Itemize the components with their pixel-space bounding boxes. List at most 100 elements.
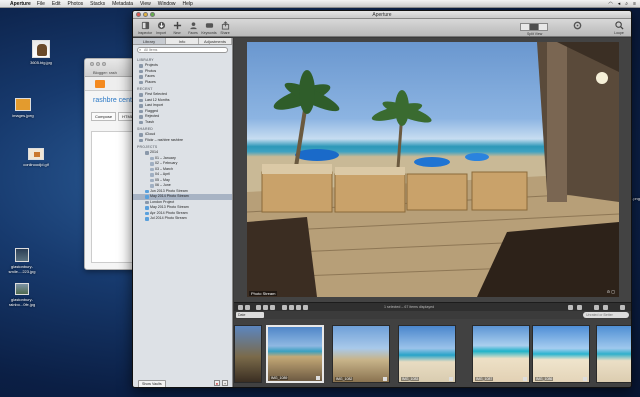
rotate-right-icon[interactable] bbox=[245, 305, 250, 310]
spotlight-icon[interactable]: ⌕ bbox=[625, 1, 628, 7]
inspector-label: Inspector bbox=[137, 31, 153, 35]
library-list: LIBRARY Projects Photos Faces Places REC… bbox=[133, 55, 232, 222]
photo-badge-icon: ⊙ ▢ bbox=[606, 289, 615, 294]
menu-app-name[interactable]: Aperture bbox=[10, 1, 31, 7]
record-icon[interactable]: ● bbox=[214, 380, 220, 386]
filmstrip-thumb-selected[interactable]: IMG_1089 bbox=[266, 325, 324, 383]
desktop-file-3605[interactable]: 3605.big.jpg bbox=[23, 40, 59, 65]
filmstrip-thumb[interactable] bbox=[234, 325, 262, 383]
desktop-file-label: conlinoodjd.gif bbox=[23, 162, 49, 167]
minimize-icon[interactable] bbox=[96, 62, 100, 66]
close-icon[interactable] bbox=[136, 12, 141, 17]
inspector-icon bbox=[141, 21, 149, 30]
menu-window[interactable]: Window bbox=[158, 1, 176, 7]
desktop-file-glastonbury-smile[interactable]: glastonbury-smile....223.jpg bbox=[4, 248, 40, 274]
add-icon[interactable]: + bbox=[222, 380, 228, 386]
faces-button[interactable]: Faces bbox=[185, 21, 201, 35]
import-icon bbox=[157, 21, 165, 30]
sort-select[interactable]: Date bbox=[236, 312, 264, 318]
beach-photo-illustration bbox=[247, 42, 619, 297]
desktop-file-gif[interactable]: conlinoodjd.gif bbox=[18, 148, 54, 167]
desktop-file-glastonbury-rainbow[interactable]: glastonbury-rainbo...0fe.jpg bbox=[4, 283, 40, 307]
list-view-icon[interactable] bbox=[577, 305, 582, 310]
eye-icon[interactable] bbox=[296, 305, 301, 310]
lift-icon[interactable] bbox=[263, 305, 268, 310]
loupe-button[interactable]: Loupe bbox=[611, 21, 627, 35]
share-button[interactable]: Share bbox=[217, 21, 233, 35]
volume-icon[interactable]: ◂ bbox=[618, 1, 621, 7]
desktop-file-label: 3605.big.jpg bbox=[30, 60, 52, 65]
crop-icon[interactable] bbox=[282, 305, 287, 310]
import-button[interactable]: Import bbox=[153, 21, 169, 35]
menu-file[interactable]: File bbox=[37, 1, 45, 7]
sidebar-footer-icons: ● + bbox=[214, 380, 228, 386]
menu-extras: ◠ ◂ ⌕ ≡ bbox=[608, 0, 636, 8]
menu-view[interactable]: View bbox=[140, 1, 151, 7]
menu-metadata[interactable]: Metadata bbox=[112, 1, 133, 7]
filmstrip-thumb[interactable]: IMG_1082 bbox=[332, 325, 390, 383]
brush-icon[interactable] bbox=[303, 305, 308, 310]
blogger-header bbox=[85, 77, 135, 91]
desktop-file-label: glastonbury-rainbo...0fe.jpg bbox=[8, 297, 36, 307]
filter-search-input[interactable]: Unrated or Better bbox=[583, 312, 629, 318]
wifi-icon[interactable]: ◠ bbox=[608, 1, 612, 7]
window-title: Aperture bbox=[372, 12, 392, 18]
tab-compose[interactable]: Compose bbox=[91, 112, 117, 121]
fullscreen-icon[interactable] bbox=[603, 305, 608, 310]
browser-window[interactable]: Blogger: rash rashbre centra Compose HTM… bbox=[84, 58, 136, 270]
gear-icon bbox=[573, 21, 581, 30]
inspector-button[interactable]: Inspector bbox=[137, 21, 153, 35]
tab-info[interactable]: Info bbox=[166, 38, 199, 44]
sidebar-item-project[interactable]: Jul 2014 Photo Stream bbox=[133, 216, 232, 222]
stamp-icon[interactable] bbox=[270, 305, 275, 310]
menu-help[interactable]: Help bbox=[183, 1, 193, 7]
thumb-badge-icon bbox=[583, 377, 587, 381]
close-icon[interactable] bbox=[620, 305, 625, 310]
menu-edit[interactable]: Edit bbox=[52, 1, 61, 7]
minimize-icon[interactable] bbox=[143, 12, 148, 17]
filmstrip-thumb[interactable] bbox=[596, 325, 631, 383]
image-file-icon bbox=[32, 40, 50, 58]
main-photo[interactable]: Photo Stream ⊙ ▢ bbox=[247, 42, 619, 297]
editor-tabs: Compose HTML bbox=[85, 104, 135, 121]
thumb-name: IMG_1087 bbox=[475, 377, 494, 381]
faces-label: Faces bbox=[188, 31, 198, 35]
blog-title: rashbre centra bbox=[93, 97, 136, 104]
desktop-file-images[interactable]: images.jpeg bbox=[5, 98, 41, 118]
post-editor[interactable] bbox=[91, 131, 135, 263]
tab-adjustments[interactable]: Adjustments bbox=[199, 38, 232, 44]
viewer-view-button[interactable] bbox=[538, 23, 548, 31]
main-toolbar: Inspector Import New Faces Keywords Shar… bbox=[133, 19, 631, 37]
keywords-button[interactable]: Keywords bbox=[201, 21, 217, 35]
sidebar-item-trash[interactable]: Trash bbox=[133, 120, 232, 126]
sidebar-item-places[interactable]: Places bbox=[133, 80, 232, 86]
grid-view-icon[interactable] bbox=[568, 305, 573, 310]
filmstrip-thumb[interactable]: IMG_1083 bbox=[398, 325, 456, 383]
desktop-file-label: images.jpeg bbox=[12, 113, 34, 118]
keywords-icon bbox=[205, 23, 213, 28]
notification-icon[interactable]: ≡ bbox=[633, 1, 636, 7]
menu-photos[interactable]: Photos bbox=[68, 1, 84, 7]
filmstrip-thumb[interactable]: IMG_1086 bbox=[532, 325, 590, 383]
blogger-logo-icon[interactable] bbox=[95, 80, 105, 88]
theme-button[interactable] bbox=[569, 21, 585, 30]
zoom-icon[interactable] bbox=[102, 62, 106, 66]
close-icon[interactable] bbox=[90, 62, 94, 66]
filmstrip: IMG_1089 IMG_1082 IMG_1083 IMG_1087 IMG_… bbox=[234, 319, 631, 387]
browser-tab-title[interactable]: Blogger: rash bbox=[93, 70, 117, 75]
sidebar-item-flickr[interactable]: Flickr – rashbre rashbre bbox=[133, 138, 232, 144]
filmstrip-icon[interactable] bbox=[594, 305, 599, 310]
show-vaults-button[interactable]: Show Vaults bbox=[138, 380, 166, 387]
filmstrip-thumb[interactable]: IMG_1087 bbox=[472, 325, 530, 383]
rotate-left-icon[interactable] bbox=[238, 305, 243, 310]
tab-library[interactable]: Library bbox=[133, 38, 166, 44]
desktop-file-label: glastonbury-smile....223.jpg bbox=[8, 264, 36, 274]
zoom-icon[interactable] bbox=[150, 12, 155, 17]
library-search-input[interactable]: All Items bbox=[137, 47, 228, 53]
thumb-badge-icon bbox=[449, 377, 453, 381]
straighten-icon[interactable] bbox=[289, 305, 294, 310]
stack-icon[interactable] bbox=[256, 305, 261, 310]
menu-stacks[interactable]: Stacks bbox=[90, 1, 105, 7]
thumb-badge-icon bbox=[523, 377, 527, 381]
new-button[interactable]: New bbox=[169, 21, 185, 35]
